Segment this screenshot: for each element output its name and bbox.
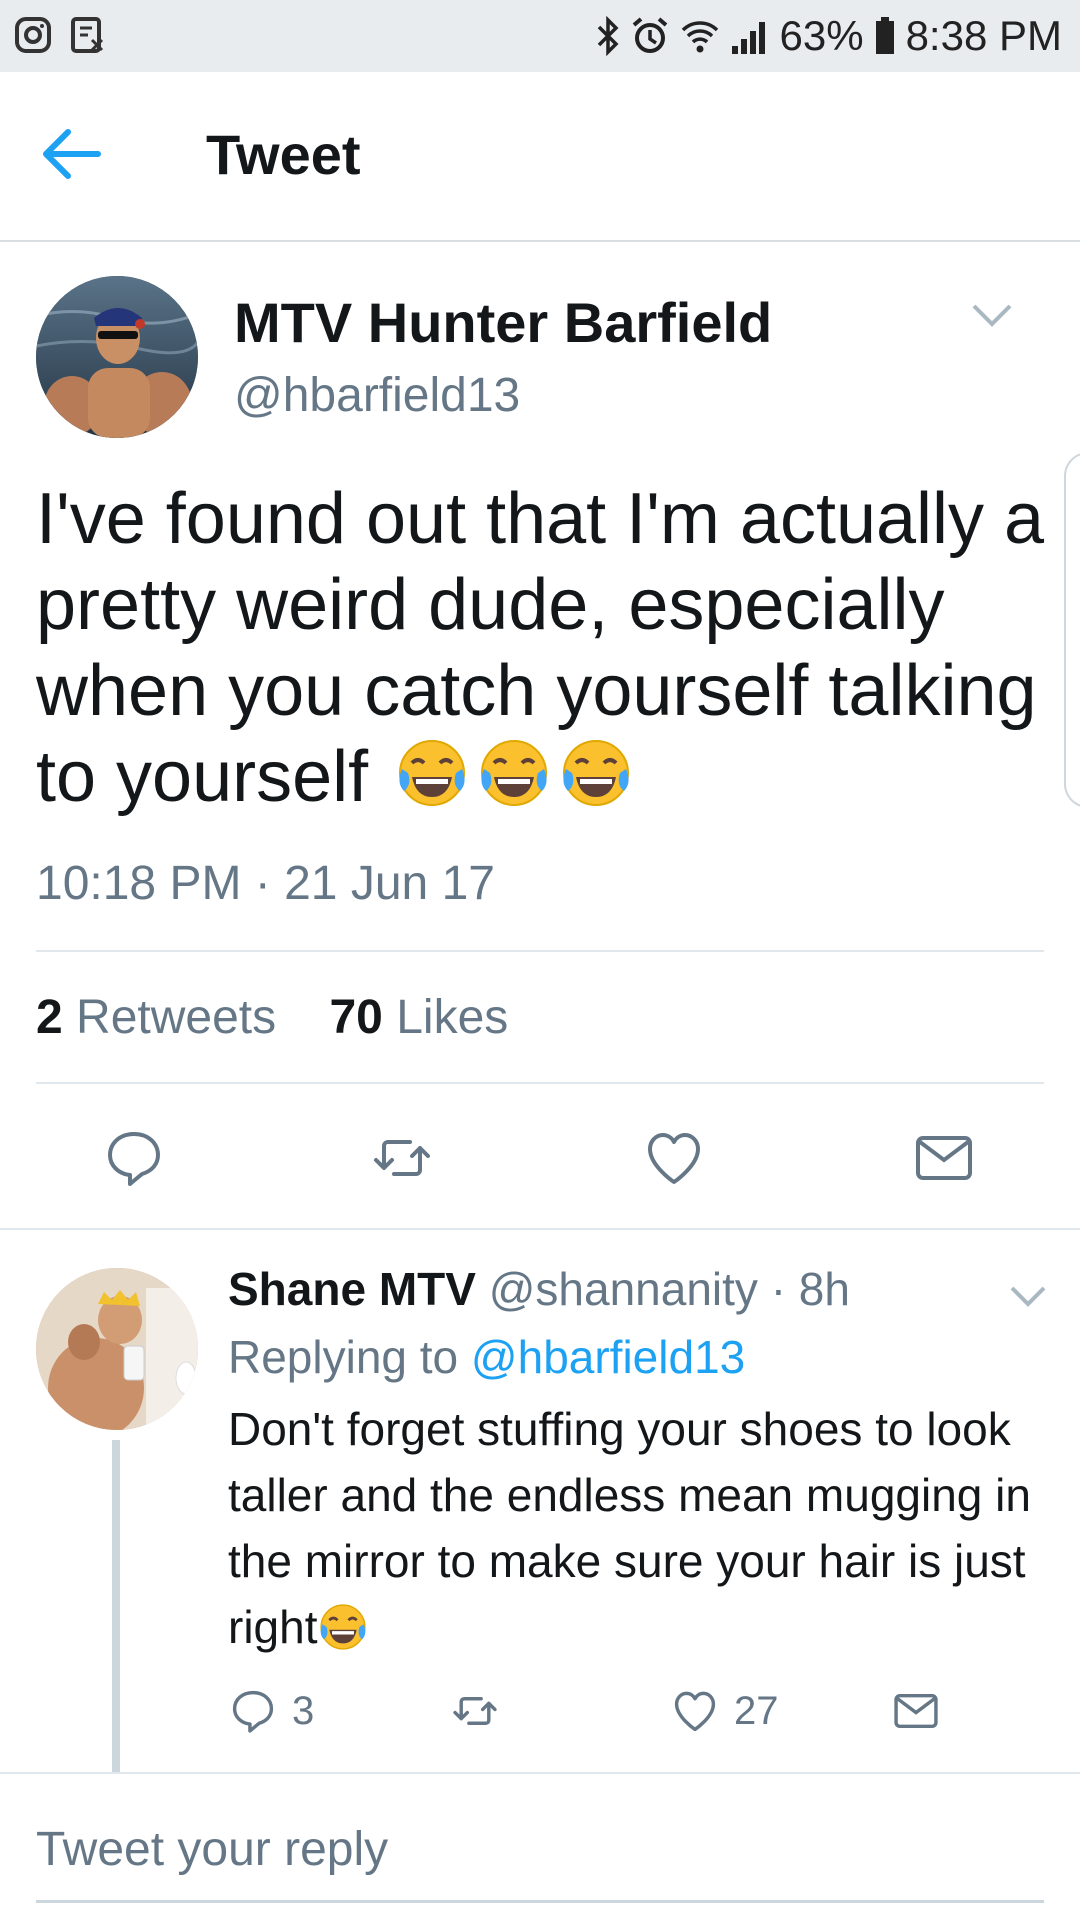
retweet-icon xyxy=(453,1697,497,1725)
battery-icon xyxy=(875,17,894,54)
divider xyxy=(36,950,1044,952)
reply-retweet-action[interactable] xyxy=(450,1686,500,1736)
tears-of-joy-emoji-icon xyxy=(481,740,548,806)
reply-text: Don't forget stuffing your shoes to look… xyxy=(228,1396,1048,1660)
clock: 8:38 PM xyxy=(905,12,1062,59)
reply-dm-action[interactable] xyxy=(892,1686,940,1736)
bluetooth-icon xyxy=(597,16,618,56)
replying-prefix: Replying to xyxy=(228,1331,459,1383)
back-arrow-icon[interactable] xyxy=(40,126,102,182)
tweet-timestamp: 10:18 PM · 21 Jun 17 xyxy=(36,857,495,910)
divider xyxy=(36,1082,1044,1084)
reply-header: Shane MTV @shannanity · 8h xyxy=(228,1262,850,1316)
app-bar: Tweet xyxy=(0,72,1080,242)
like-heart-icon xyxy=(674,1691,716,1732)
status-bar: 63% 8:38 PM xyxy=(0,0,1080,72)
composer-underline xyxy=(36,1900,1044,1903)
like-count: 27 xyxy=(734,1688,779,1733)
retweets-count: 2 xyxy=(36,991,63,1044)
page-title: Tweet xyxy=(206,123,361,186)
tears-of-joy-emoji-icon xyxy=(320,1604,367,1650)
author-name[interactable]: MTV Hunter Barfield xyxy=(234,290,772,355)
scroll-indicator xyxy=(1064,452,1080,808)
reply-time: · 8h xyxy=(770,1263,850,1315)
reply-count: 3 xyxy=(292,1688,315,1733)
tears-of-joy-emoji-icon xyxy=(399,740,466,806)
likes-count: 70 xyxy=(329,991,383,1044)
wifi-icon xyxy=(681,21,718,53)
chevron-down-icon[interactable] xyxy=(1008,1282,1048,1310)
reply-icon xyxy=(232,1690,274,1733)
retweets-label: Retweets xyxy=(76,991,277,1044)
divider xyxy=(0,1772,1080,1774)
divider xyxy=(0,1228,1080,1230)
instagram-icon xyxy=(15,17,51,53)
retweets-stat[interactable]: 2 Retweets xyxy=(36,991,276,1044)
reply-author-handle[interactable]: @shannanity xyxy=(489,1263,758,1315)
app-notification-icon xyxy=(71,17,104,53)
author-avatar[interactable] xyxy=(36,276,198,438)
reply-reply-action[interactable]: 3 xyxy=(230,1686,314,1736)
tweet-text: I've found out that I'm actually a prett… xyxy=(36,476,1046,820)
reply-like-action[interactable]: 27 xyxy=(672,1686,779,1736)
retweet-icon[interactable] xyxy=(372,1128,432,1188)
like-heart-icon[interactable] xyxy=(644,1128,704,1188)
thread-line xyxy=(112,1440,120,1772)
tweet-stats: 2 Retweets 70 Likes xyxy=(36,990,508,1045)
direct-message-icon xyxy=(894,1693,938,1729)
reply-author-name[interactable]: Shane MTV xyxy=(228,1263,476,1315)
replying-handle-link[interactable]: @hbarfield13 xyxy=(471,1331,745,1383)
author-handle[interactable]: @hbarfield13 xyxy=(234,368,520,423)
likes-stat[interactable]: 70 Likes xyxy=(329,991,508,1044)
direct-message-icon[interactable] xyxy=(914,1128,974,1188)
battery-percent: 63% xyxy=(779,12,864,59)
alarm-icon xyxy=(632,17,667,53)
likes-label: Likes xyxy=(396,991,509,1044)
tears-of-joy-emoji-icon xyxy=(563,740,630,806)
chevron-down-icon[interactable] xyxy=(970,300,1014,330)
signal-icon xyxy=(731,22,765,54)
reply-icon[interactable] xyxy=(104,1128,164,1188)
reply-author-avatar[interactable] xyxy=(36,1268,198,1430)
replying-to: Replying to @hbarfield13 xyxy=(228,1330,745,1384)
reply-composer-input[interactable]: Tweet your reply xyxy=(36,1822,388,1877)
